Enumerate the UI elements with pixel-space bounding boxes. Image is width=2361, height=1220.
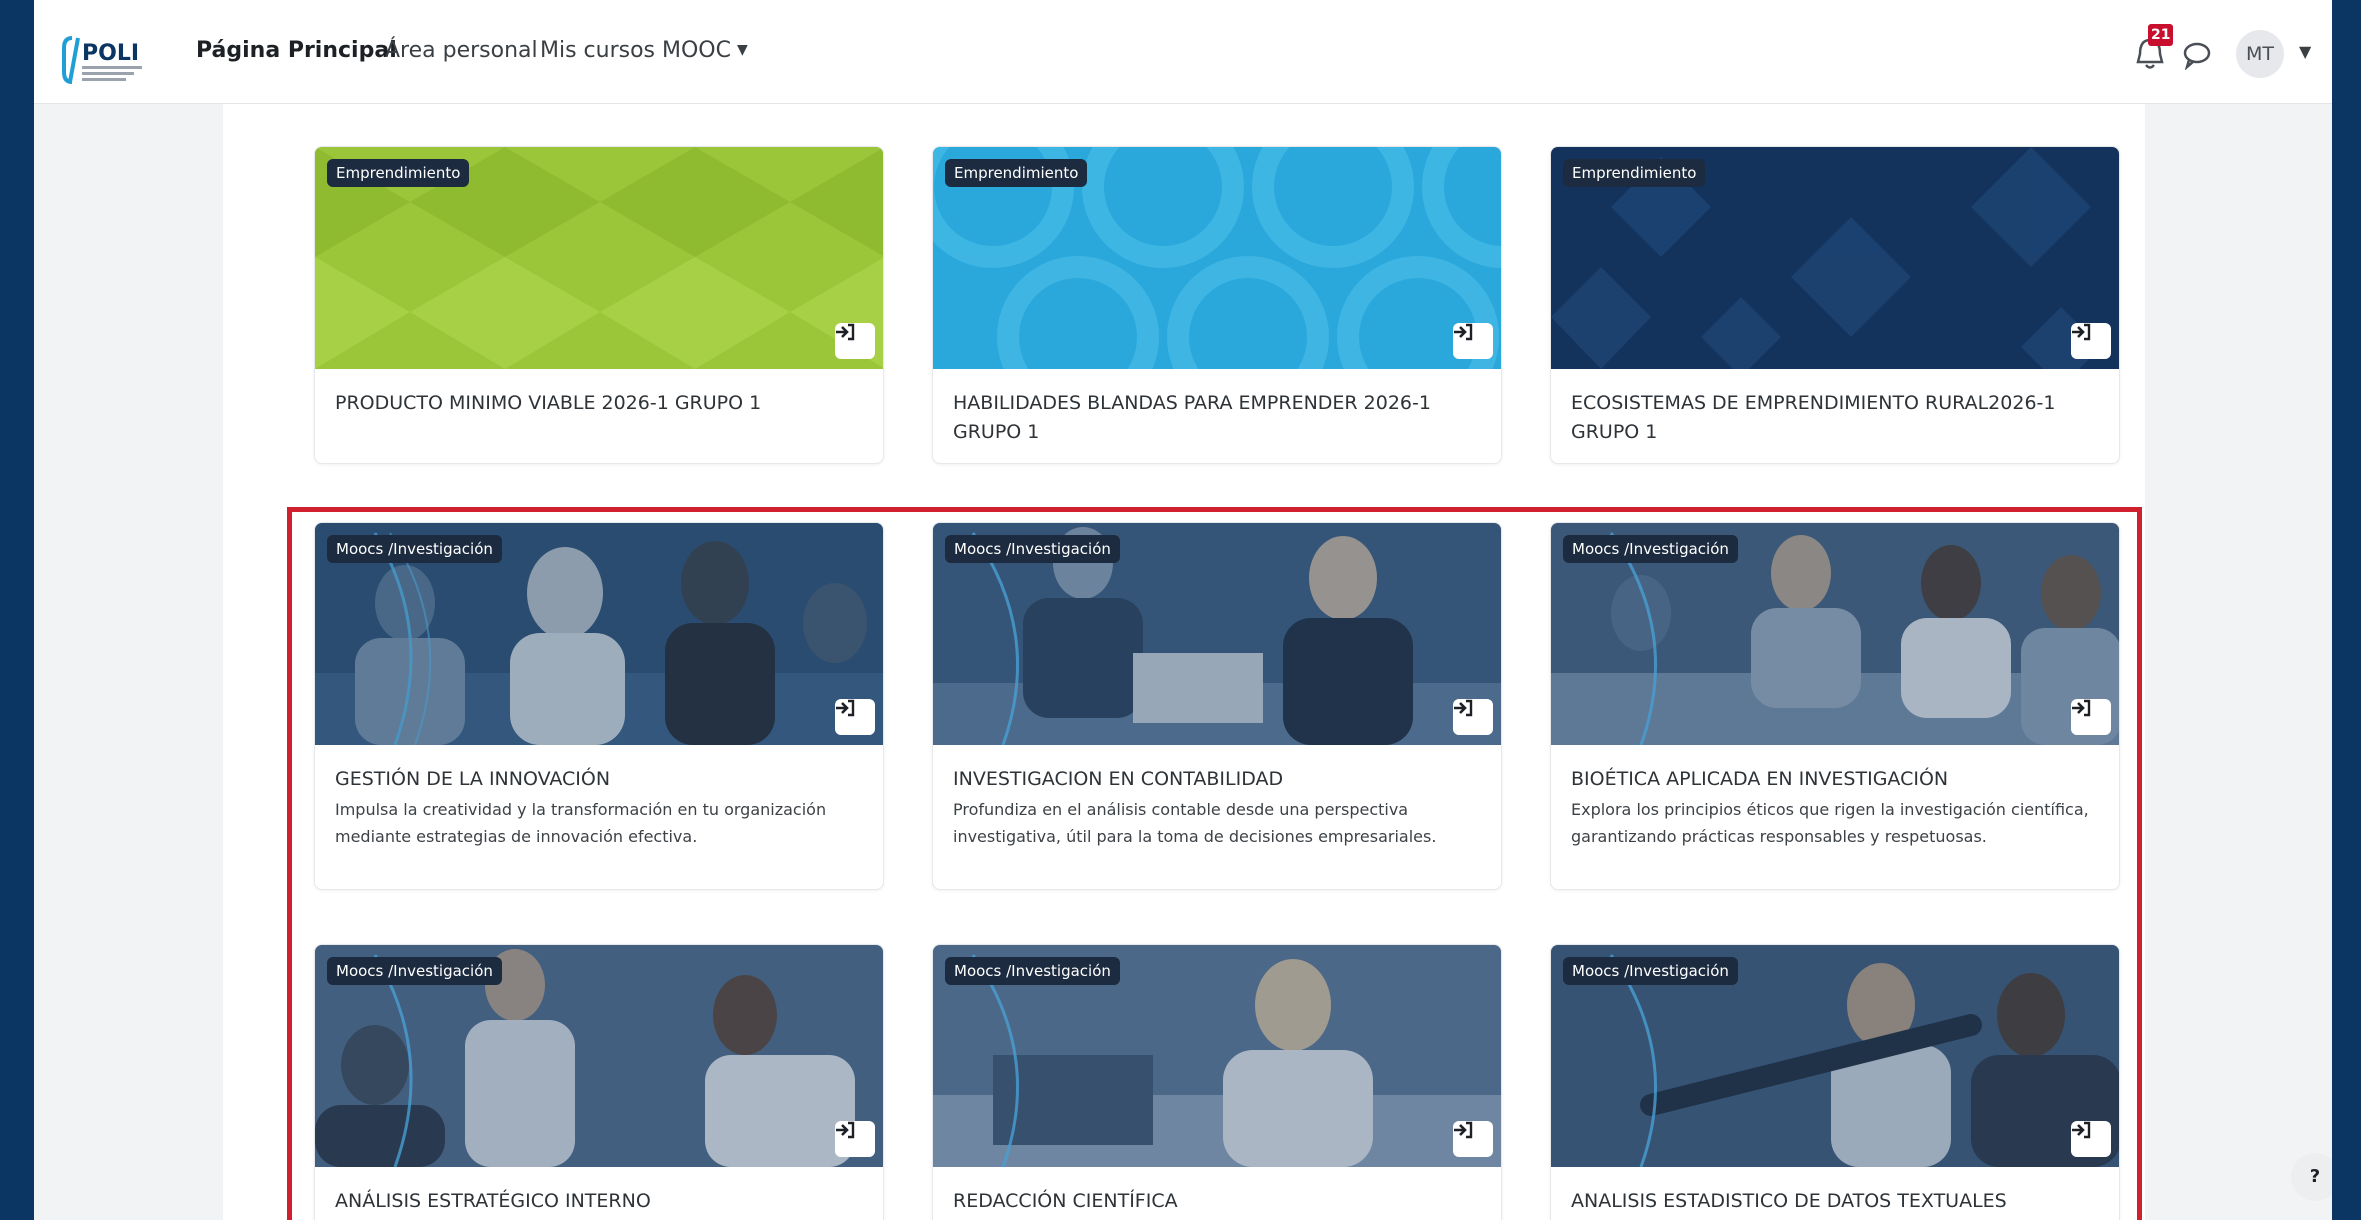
course-title[interactable]: ANALISIS ESTADISTICO DE DATOS TEXTUALES (1571, 1187, 2099, 1216)
course-card-analisis-estrategico[interactable]: Moocs /Investigación ANÁLISIS ESTRATÉGIC… (314, 944, 884, 1220)
category-badge: Moocs /Investigación (327, 957, 502, 985)
category-badge: Emprendimiento (327, 159, 470, 187)
course-card-bioetica-investigacion[interactable]: Moocs /Investigación BIOÉTICA APLICADA E… (1550, 522, 2120, 890)
course-title[interactable]: INVESTIGACION EN CONTABILIDAD (953, 765, 1481, 794)
course-image: Moocs /Investigación (1551, 523, 2119, 745)
course-title[interactable]: GESTIÓN DE LA INNOVACIÓN (335, 765, 863, 794)
nav-mooc-label: MOOC (662, 38, 731, 63)
category-badge: Moocs /Investigación (1563, 957, 1738, 985)
course-title[interactable]: ANÁLISIS ESTRATÉGICO INTERNO (335, 1187, 863, 1216)
course-card-producto-minimo-viable[interactable]: Emprendimiento PRODUCTO MINIMO VIABLE 20… (314, 146, 884, 464)
course-card-habilidades-blandas[interactable]: Emprendimiento HABILIDADES BLANDAS PARA … (932, 146, 1502, 464)
browser-viewport: POLI Página Principal Área personal Mis … (34, 0, 2332, 1220)
enter-course-icon[interactable] (835, 323, 875, 359)
course-image: Moocs /Investigación (315, 945, 883, 1167)
chat-bubble-icon[interactable] (2182, 40, 2212, 71)
nav-area-personal[interactable]: Área personal (385, 38, 538, 63)
course-title[interactable]: ECOSISTEMAS DE EMPRENDIMIENTO RURAL2026-… (1571, 389, 2099, 447)
enter-course-icon[interactable] (1453, 699, 1493, 735)
course-card-investigacion-contabilidad[interactable]: Moocs /Investigación INVESTIGACION EN CO… (932, 522, 1502, 890)
course-card-redaccion-cientifica[interactable]: Moocs /Investigación REDACCIÓN CIENTÍFIC… (932, 944, 1502, 1220)
chevron-down-icon[interactable]: ▼ (2299, 42, 2311, 61)
course-image: Moocs /Investigación (933, 945, 1501, 1167)
course-image: Moocs /Investigación (315, 523, 883, 745)
nav-mis-cursos[interactable]: Mis cursos (540, 38, 655, 63)
user-avatar[interactable]: MT (2236, 30, 2284, 78)
course-image: Emprendimiento (933, 147, 1501, 369)
notification-count-badge: 21 (2148, 24, 2174, 46)
enter-course-icon[interactable] (2071, 699, 2111, 735)
svg-text:POLI: POLI (82, 41, 139, 66)
enter-course-icon[interactable] (835, 1121, 875, 1157)
course-title[interactable]: HABILIDADES BLANDAS PARA EMPRENDER 2026-… (953, 389, 1481, 447)
category-badge: Moocs /Investigación (945, 957, 1120, 985)
course-description: Profundiza en el análisis contable desde… (953, 800, 1437, 846)
category-badge: Moocs /Investigación (945, 535, 1120, 563)
course-description: Impulsa la creatividad y la transformaci… (335, 800, 827, 846)
course-image: Emprendimiento (315, 147, 883, 369)
enter-course-icon[interactable] (835, 699, 875, 735)
course-image: Emprendimiento (1551, 147, 2119, 369)
course-card-ecosistemas-emprendimiento[interactable]: Emprendimiento ECOSISTEMAS DE EMPRENDIMI… (1550, 146, 2120, 464)
course-description: Explora los principios éticos que rigen … (1571, 800, 2089, 846)
category-badge: Moocs /Investigación (1563, 535, 1738, 563)
main-content: Emprendimiento PRODUCTO MINIMO VIABLE 20… (223, 104, 2145, 1220)
course-image: Moocs /Investigación (1551, 945, 2119, 1167)
course-title[interactable]: REDACCIÓN CIENTÍFICA (953, 1187, 1481, 1216)
nav-pagina-principal[interactable]: Página Principal (196, 38, 397, 63)
enter-course-icon[interactable] (2071, 323, 2111, 359)
category-badge: Emprendimiento (945, 159, 1088, 187)
chevron-down-icon: ▼ (736, 42, 748, 58)
course-card-gestion-innovacion[interactable]: Moocs /Investigación GESTIÓN DE LA INNOV… (314, 522, 884, 890)
poli-logo[interactable]: POLI (62, 34, 152, 86)
course-image: Moocs /Investigación (933, 523, 1501, 745)
category-badge: Moocs /Investigación (327, 535, 502, 563)
enter-course-icon[interactable] (1453, 1121, 1493, 1157)
enter-course-icon[interactable] (2071, 1121, 2111, 1157)
enter-course-icon[interactable] (1453, 323, 1493, 359)
help-button[interactable]: ? (2291, 1153, 2332, 1201)
nav-mooc-dropdown[interactable]: MOOC ▼ (662, 38, 748, 63)
course-title[interactable]: PRODUCTO MINIMO VIABLE 2026-1 GRUPO 1 (335, 389, 863, 418)
top-navbar: POLI Página Principal Área personal Mis … (34, 0, 2332, 104)
course-title[interactable]: BIOÉTICA APLICADA EN INVESTIGACIÓN (1571, 765, 2099, 794)
category-badge: Emprendimiento (1563, 159, 1706, 187)
course-card-analisis-estadistico[interactable]: Moocs /Investigación ANALISIS ESTADISTIC… (1550, 944, 2120, 1220)
